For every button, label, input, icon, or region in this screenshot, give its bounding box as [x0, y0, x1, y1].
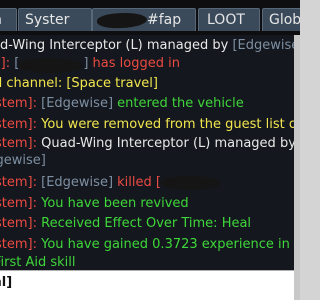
chat-channel-label: al]: [0, 275, 13, 290]
chat-prefix: em]:: [0, 56, 11, 71]
chat-line: [System]: [Edgewise] killed [: [0, 174, 221, 192]
tab-label: LOOT: [207, 12, 245, 28]
chat-prefix: [System]:: [0, 136, 38, 151]
tab-global[interactable]: Glob: [262, 8, 300, 31]
chat-line: [System]: You have gained 0.3723 experie…: [0, 236, 290, 254]
chat-text: killed [: [113, 175, 161, 190]
chat-line: em]: [] has logged in: [0, 55, 180, 73]
chat-text: d channel: [Space travel]: [0, 76, 158, 91]
player-name: [Edgewise]: [41, 96, 114, 111]
chat-text: You have gained 0.3723 experience in: [41, 237, 290, 252]
chat-text: You have been revived: [41, 196, 189, 211]
chat-line: [System]: Received Effect Over Time: Hea…: [0, 215, 251, 233]
chat-line: [System]: You were removed from the gues…: [0, 116, 294, 134]
chat-scrollbar[interactable]: [294, 35, 300, 300]
chat-text: Received Effect Over Time: Heal: [41, 216, 252, 231]
chat-line: d-Wing Interceptor (L) managed by [Edgew…: [0, 37, 294, 55]
chat-line: [System]: You have been revived: [0, 195, 189, 213]
tab-label: Glob: [269, 12, 300, 28]
tab-label: n: [0, 9, 2, 31]
chat-line: [Edgewise]: [0, 152, 46, 170]
chat-text: d-Wing Interceptor (L) managed by: [0, 38, 233, 53]
chat-tab-bar: n Syster #fap LOOT Glob: [0, 0, 300, 35]
chat-prefix: [System]:: [0, 196, 38, 211]
chat-text: Quad-Wing Interceptor (L) managed by: [41, 136, 294, 151]
player-name: [Edgewise]: [0, 153, 46, 168]
tab-fap[interactable]: #fap: [92, 8, 196, 31]
redaction-scribble: [96, 11, 148, 30]
chat-input-bar[interactable]: al]: [0, 270, 294, 300]
chat-log: d-Wing Interceptor (L) managed by [Edgew…: [0, 35, 294, 270]
chat-prefix: [System]:: [0, 237, 38, 252]
chat-prefix: [System]:: [0, 117, 38, 132]
tab-system[interactable]: Syster: [18, 8, 92, 31]
chat-prefix: [System]:: [0, 216, 38, 231]
chat-prefix: [System]:: [0, 96, 38, 111]
chat-text: You were removed from the guest list o: [41, 117, 294, 132]
chat-line: [System]: Quad-Wing Interceptor (L) mana…: [0, 135, 294, 153]
redaction-scribble: [160, 176, 221, 190]
chat-line: First Aid skill: [0, 254, 76, 270]
tab-loot[interactable]: LOOT: [198, 8, 260, 31]
redaction-scribble: [19, 58, 84, 73]
chat-line: d channel: [Space travel]: [0, 75, 158, 93]
chat-text: has logged in: [88, 56, 180, 71]
tab-label: Syster: [25, 12, 70, 28]
chat-text: First Aid skill: [0, 255, 76, 270]
tab-partial[interactable]: n: [0, 8, 17, 31]
player-name: [Edgewise]: [41, 175, 114, 190]
tab-label: #fap: [147, 12, 182, 28]
chat-prefix: [System]:: [0, 175, 38, 190]
chat-line: [System]: [Edgewise] entered the vehicle: [0, 95, 244, 113]
player-name: [Edgewise]: [232, 38, 294, 53]
chat-text: entered the vehicle: [113, 96, 244, 111]
